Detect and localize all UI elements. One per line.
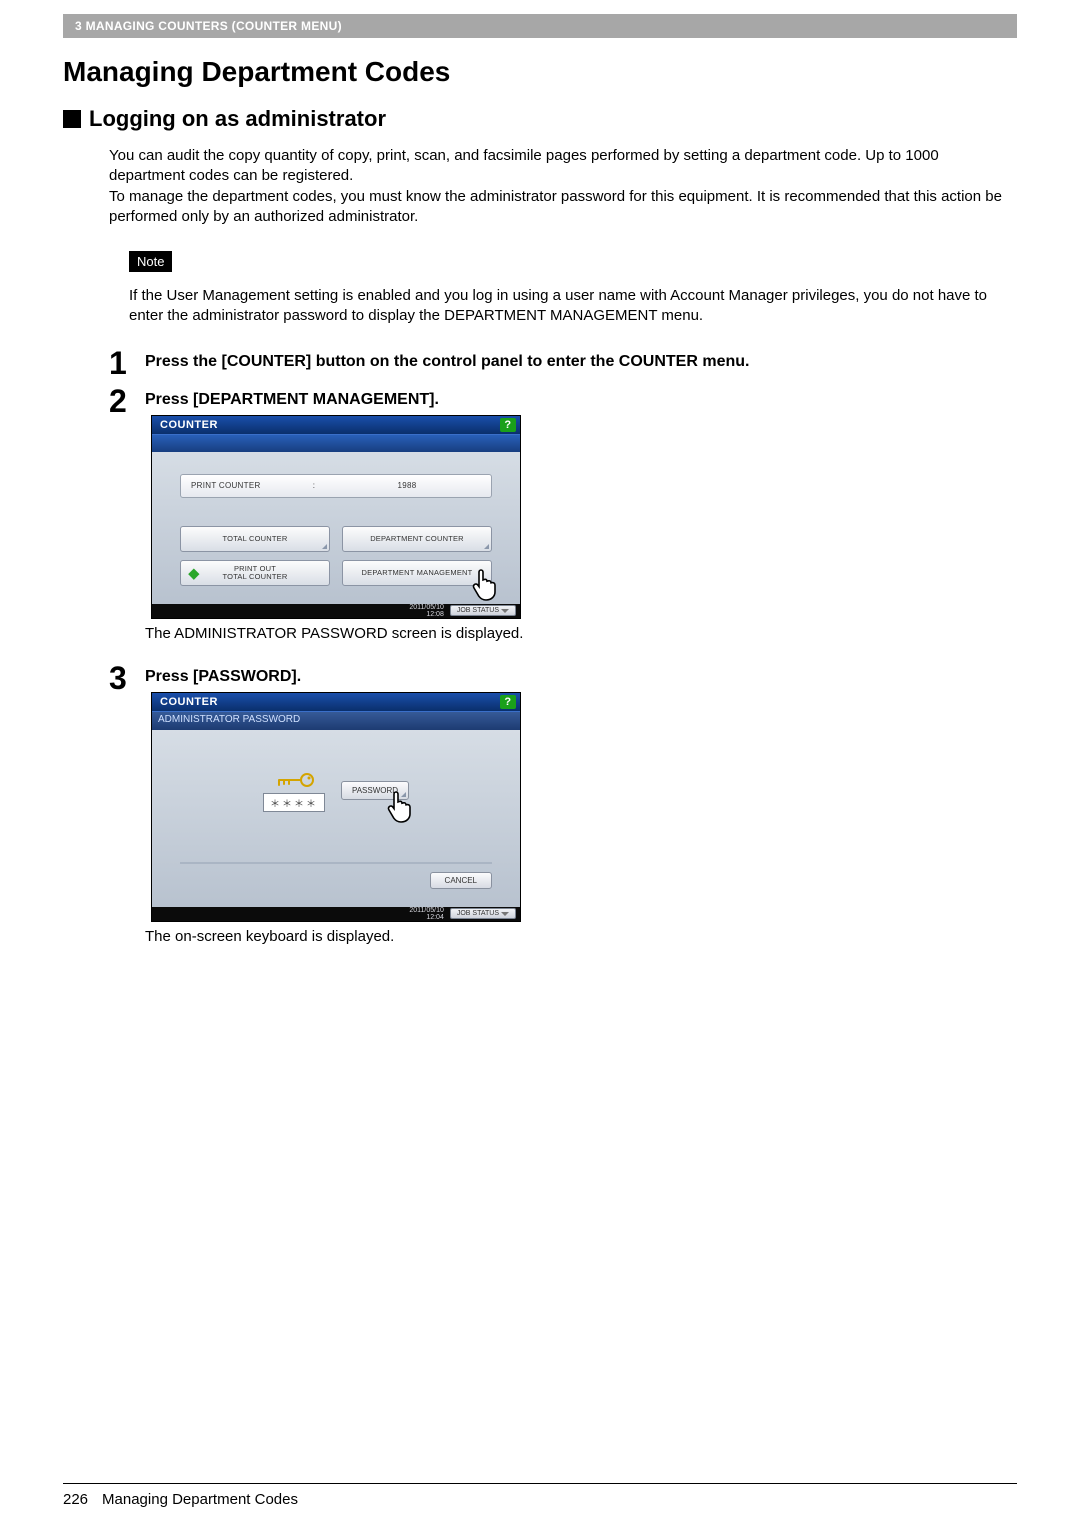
screen-canvas: PRINT COUNTER : 1988 TOTAL COUNTER — [152, 452, 520, 604]
step-caption: The ADMINISTRATOR PASSWORD screen is dis… — [145, 625, 1017, 642]
datetime: 2011/05/10 12:08 — [409, 604, 444, 618]
job-status-button[interactable]: JOB STATUS — [450, 605, 516, 616]
department-counter-button[interactable]: DEPARTMENT COUNTER — [342, 526, 492, 552]
step: 3 Press [PASSWORD]. COUNTER ? ADMINISTRA… — [109, 662, 1017, 959]
footer-rule — [63, 1483, 1017, 1484]
print-counter-field: PRINT COUNTER : 1988 — [180, 474, 492, 498]
screen-titlebar: COUNTER ? — [152, 693, 520, 711]
page-footer: 226 Managing Department Codes — [63, 1491, 298, 1508]
step-title: Press [PASSWORD]. — [145, 662, 1017, 686]
step-title: Press the [COUNTER] button on the contro… — [145, 347, 1017, 371]
chapter-header: 3 MANAGING COUNTERS (COUNTER MENU) — [63, 14, 1017, 38]
counter-screen: COUNTER ? PRINT COUNTER : 1988 — [151, 415, 521, 619]
print-out-total-counter-button[interactable]: PRINT OUT TOTAL COUNTER — [180, 560, 330, 586]
note-label: Note — [129, 251, 172, 272]
step-number: 3 — [109, 662, 133, 959]
button-grid: TOTAL COUNTER DEPARTMENT COUNTER PRINT — [180, 526, 492, 586]
screen-subtitle-bar: ADMINISTRATOR PASSWORD — [152, 711, 520, 730]
help-icon[interactable]: ? — [500, 695, 516, 709]
expand-corner-icon — [322, 544, 327, 549]
intro-paragraph-2: To manage the department codes, you must… — [109, 187, 1017, 228]
page-number: 226 — [63, 1491, 88, 1508]
step: 1 Press the [COUNTER] button on the cont… — [109, 347, 1017, 379]
screen-title: COUNTER — [160, 419, 218, 431]
step: 2 Press [DEPARTMENT MANAGEMENT]. COUNTER… — [109, 385, 1017, 656]
note-block: Note — [129, 251, 1017, 272]
button-label: CANCEL — [445, 876, 477, 885]
cancel-button[interactable]: CANCEL — [430, 872, 492, 889]
date: 2011/05/10 — [409, 907, 444, 914]
dropdown-triangle-icon — [501, 609, 509, 613]
job-status-label: JOB STATUS — [457, 607, 499, 614]
datetime: 2011/05/10 12:04 — [409, 907, 444, 921]
button-label: TOTAL COUNTER — [223, 534, 288, 543]
screen-title: COUNTER — [160, 696, 218, 708]
page-content: Managing Department Codes Logging on as … — [63, 56, 1017, 965]
step-number: 2 — [109, 385, 133, 656]
hand-cursor-icon — [469, 567, 499, 603]
status-bar: 2011/05/10 12:04 JOB STATUS — [152, 907, 520, 921]
steps-list: 1 Press the [COUNTER] button on the cont… — [109, 347, 1017, 959]
password-button[interactable]: PASSWORD — [341, 781, 409, 800]
step-body: Press the [COUNTER] button on the contro… — [145, 347, 1017, 379]
key-icon-group: ＊＊＊＊ — [263, 770, 325, 812]
step-caption: The on-screen keyboard is displayed. — [145, 928, 1017, 945]
step-body: Press [PASSWORD]. COUNTER ? ADMINISTRATO… — [145, 662, 1017, 959]
screen-canvas: ＊＊＊＊ PASSWORD — [152, 730, 520, 907]
job-status-button[interactable]: JOB STATUS — [450, 908, 516, 919]
button-label: PRINT OUT TOTAL COUNTER — [223, 565, 288, 581]
password-mask: ＊＊＊＊ — [263, 793, 325, 812]
date: 2011/05/10 — [409, 604, 444, 611]
password-row: ＊＊＊＊ PASSWORD — [180, 770, 492, 812]
section-heading-text: Logging on as administrator — [89, 106, 386, 132]
colon: : — [305, 481, 323, 490]
department-management-button[interactable]: DEPARTMENT MANAGEMENT — [342, 560, 492, 586]
note-text: If the User Management setting is enable… — [129, 286, 1017, 327]
square-bullet-icon — [63, 110, 81, 128]
time: 12:08 — [409, 611, 444, 618]
button-label: PASSWORD — [352, 786, 398, 795]
admin-password-screen: COUNTER ? ADMINISTRATOR PASSWORD — [151, 692, 521, 922]
key-icon — [273, 770, 315, 790]
step-title: Press [DEPARTMENT MANAGEMENT]. — [145, 385, 1017, 409]
section-heading: Logging on as administrator — [63, 106, 1017, 132]
cancel-row: CANCEL — [180, 862, 492, 889]
dropdown-triangle-icon — [501, 912, 509, 916]
button-label: DEPARTMENT COUNTER — [370, 534, 464, 543]
expand-corner-icon — [484, 544, 489, 549]
screen-titlebar: COUNTER ? — [152, 416, 520, 434]
intro-block: You can audit the copy quantity of copy,… — [109, 146, 1017, 227]
time: 12:04 — [409, 914, 444, 921]
field-label: PRINT COUNTER — [191, 481, 305, 490]
page-title: Managing Department Codes — [63, 56, 1017, 88]
footer-title: Managing Department Codes — [102, 1491, 298, 1508]
screen-subtitle: ADMINISTRATOR PASSWORD — [158, 714, 300, 725]
intro-paragraph-1: You can audit the copy quantity of copy,… — [109, 146, 1017, 187]
diamond-icon — [188, 568, 199, 579]
job-status-label: JOB STATUS — [457, 910, 499, 917]
button-label: DEPARTMENT MANAGEMENT — [362, 568, 473, 577]
screen-frame: COUNTER ? ADMINISTRATOR PASSWORD — [151, 692, 521, 922]
step-body: Press [DEPARTMENT MANAGEMENT]. COUNTER ?… — [145, 385, 1017, 656]
total-counter-button[interactable]: TOTAL COUNTER — [180, 526, 330, 552]
field-value: 1988 — [323, 481, 491, 490]
breadcrumb: 3 MANAGING COUNTERS (COUNTER MENU) — [75, 19, 342, 33]
step-number: 1 — [109, 347, 133, 379]
help-icon[interactable]: ? — [500, 418, 516, 432]
status-bar: 2011/05/10 12:08 JOB STATUS — [152, 604, 520, 618]
screen-subbar — [152, 434, 520, 452]
expand-corner-icon — [401, 792, 406, 797]
screen-frame: COUNTER ? PRINT COUNTER : 1988 — [151, 415, 521, 619]
